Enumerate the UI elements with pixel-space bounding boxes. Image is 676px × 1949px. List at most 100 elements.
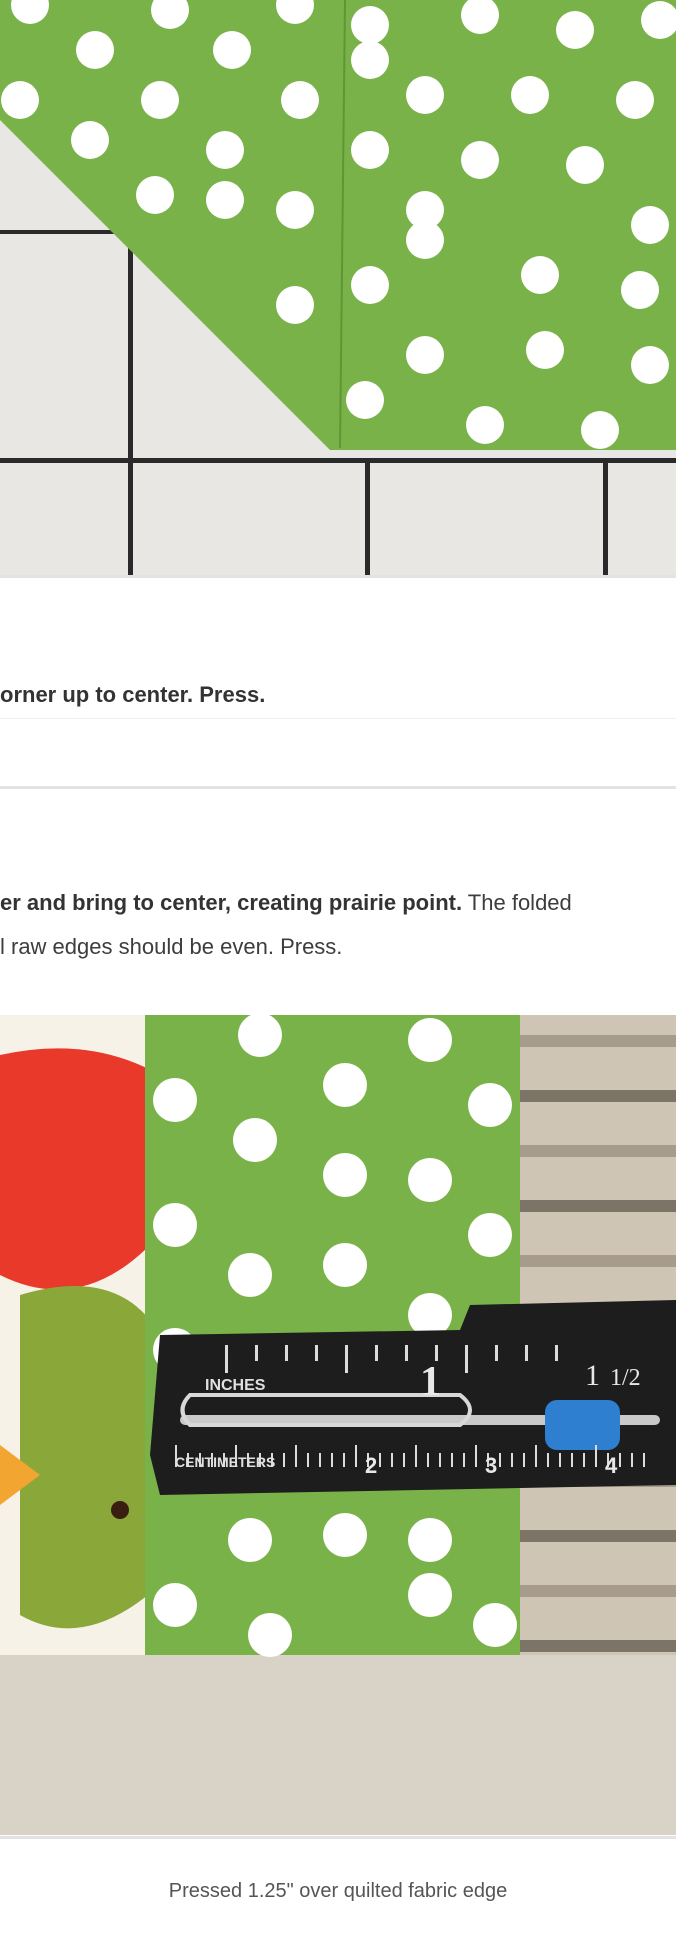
ruler-tick (547, 1453, 549, 1467)
polka-dot (323, 1513, 367, 1557)
divider (0, 575, 676, 578)
polka-dot (141, 81, 179, 119)
fabric-stripe (520, 1530, 676, 1542)
polka-dot (408, 1158, 452, 1202)
ruler-tick (405, 1345, 408, 1361)
step-prairie-point-line2-text: l raw edges should be even. Press. (0, 934, 343, 959)
ruler-tick (343, 1453, 345, 1467)
polka-dot (631, 346, 669, 384)
image-caption: Pressed 1.25" over quilted fabric edge (168, 1880, 508, 1902)
ruler-tick (439, 1453, 441, 1467)
ruler-mark-half: 1/2 (610, 1365, 641, 1391)
fabric-stripe (520, 1145, 676, 1157)
divider (0, 718, 676, 719)
ruler-tick (415, 1445, 417, 1467)
polka-dot (511, 76, 549, 114)
polka-dot (351, 266, 389, 304)
ruler-tick (375, 1345, 378, 1361)
polka-dot (276, 191, 314, 229)
ruler-tick (451, 1453, 453, 1467)
polka-dot (1, 81, 39, 119)
ruler-tick (475, 1445, 477, 1467)
polka-dot (346, 381, 384, 419)
polka-dot (153, 1078, 197, 1122)
fabric-stripe (520, 1585, 676, 1597)
ruler-tick (499, 1453, 501, 1467)
polka-dot (408, 1518, 452, 1562)
polka-dot (351, 6, 389, 44)
polka-dot (213, 31, 251, 69)
ruler-centimeters-label: CENTIMETERS (175, 1454, 275, 1470)
ruler-tick (255, 1345, 258, 1361)
polka-dot (71, 121, 109, 159)
ruler-tick (465, 1345, 468, 1373)
polka-dot (621, 271, 659, 309)
ruler-tick (555, 1345, 558, 1361)
step-prairie-point-text: er and bring to center, creating prairie… (0, 886, 676, 920)
photo-folded-corner-image (0, 0, 676, 575)
polka-dot (228, 1253, 272, 1297)
step-fold-corner-text: orner up to center. Press. (0, 678, 676, 712)
photo-folded-corner (0, 0, 676, 575)
divider (0, 786, 676, 789)
polka-dot (631, 206, 669, 244)
polka-dot (323, 1063, 367, 1107)
polka-dot (351, 41, 389, 79)
polka-dot (76, 31, 114, 69)
ruler-tick (295, 1445, 297, 1467)
ruler-tick (511, 1453, 513, 1467)
ruler-cm-2: 2 (365, 1453, 377, 1478)
polka-dot (406, 76, 444, 114)
ruler-tick (571, 1453, 573, 1467)
photo-prairie-point: INCHES 1 1 1/2 CENTIMETERS 2 3 4 (0, 1015, 676, 1835)
ruler-tick (619, 1453, 621, 1467)
polka-dot (556, 11, 594, 49)
polka-dot (238, 1015, 282, 1057)
polka-dot (233, 1118, 277, 1162)
polka-dot (408, 1573, 452, 1617)
fabric-stripe (520, 1200, 676, 1212)
ruler-tick (525, 1345, 528, 1361)
polka-dot (466, 406, 504, 444)
polka-dot (153, 1583, 197, 1627)
ruler-tick (345, 1345, 348, 1373)
ruler-tick (307, 1453, 309, 1467)
ruler-tick (315, 1345, 318, 1361)
step-prairie-point-rest: The folded (462, 890, 572, 915)
ruler-mark-1-5: 1 (585, 1359, 600, 1392)
ruler-tick (595, 1445, 597, 1467)
ruler-tick (355, 1445, 357, 1467)
polka-dot (406, 221, 444, 259)
ruler-cm-4: 4 (605, 1453, 618, 1478)
polka-dot (468, 1213, 512, 1257)
polka-dot (281, 81, 319, 119)
polka-dot (323, 1243, 367, 1287)
polka-dot (616, 81, 654, 119)
ruler-tick (583, 1453, 585, 1467)
ruler-tick (523, 1453, 525, 1467)
ruler-tick (495, 1345, 498, 1361)
polka-dot (461, 141, 499, 179)
ruler-tick (283, 1453, 285, 1467)
polka-dot (581, 411, 619, 449)
polka-dot (406, 336, 444, 374)
ruler-tick (225, 1345, 228, 1373)
polka-dot (468, 1083, 512, 1127)
polka-dot (153, 1203, 197, 1247)
fabric-stripe (520, 1090, 676, 1102)
fabric-stripe (520, 1035, 676, 1047)
polka-dot (473, 1603, 517, 1647)
ruler-tick (643, 1453, 645, 1467)
photo-prairie-point-image: INCHES 1 1 1/2 CENTIMETERS 2 3 4 (0, 1015, 676, 1835)
polka-dot (276, 286, 314, 324)
ruler-tick (403, 1453, 405, 1467)
ruler-tick (463, 1453, 465, 1467)
ruler-tick (559, 1453, 561, 1467)
ruler-mark-1: 1 (420, 1359, 441, 1405)
ruler-tick (331, 1453, 333, 1467)
ruler-tick (631, 1453, 633, 1467)
ruler-tick (427, 1453, 429, 1467)
polka-dot (136, 176, 174, 214)
step-fold-corner-bold: orner up to center. Press. (0, 682, 266, 707)
polka-dot (351, 131, 389, 169)
